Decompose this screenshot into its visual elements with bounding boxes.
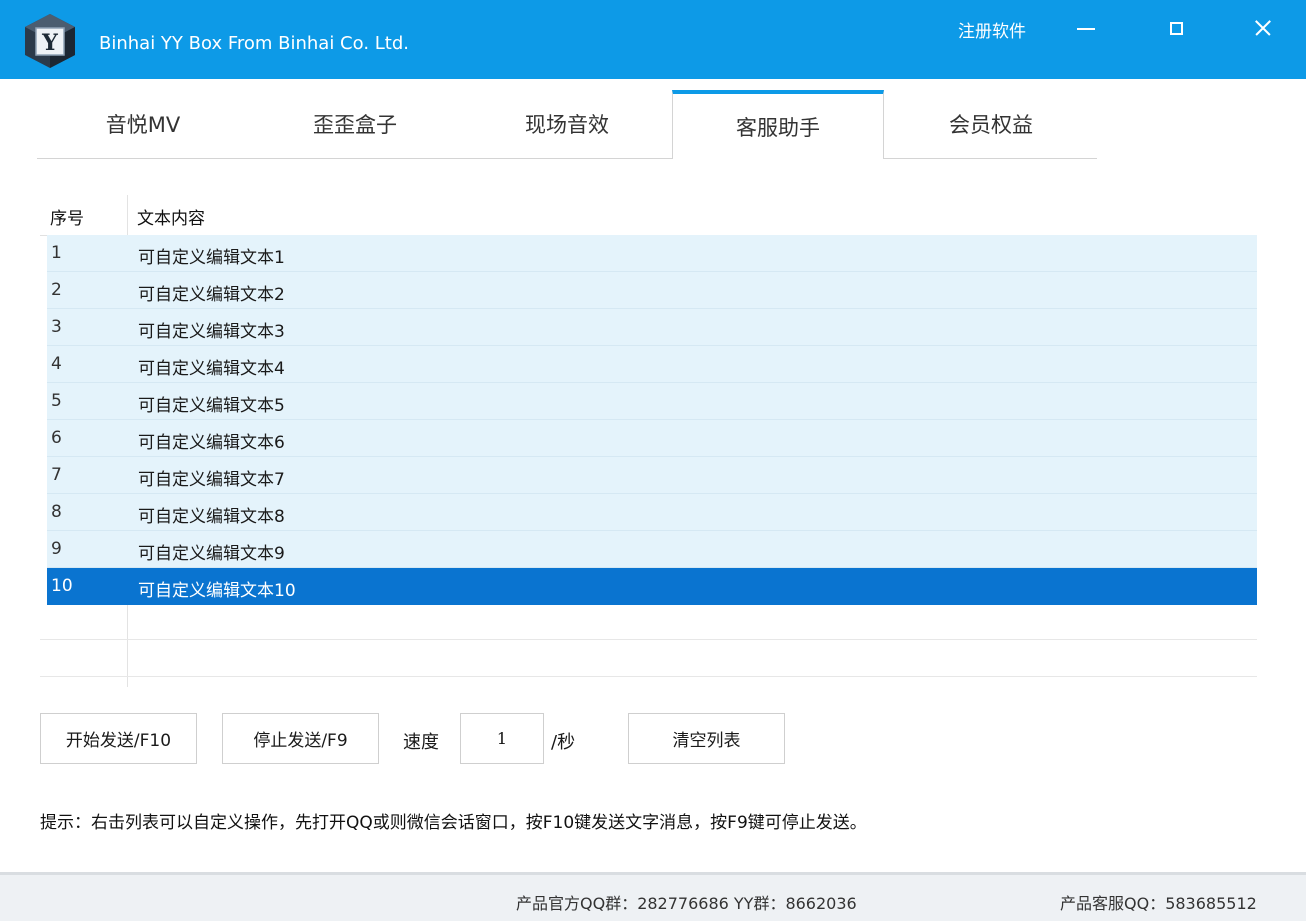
- row-number: 3: [51, 317, 62, 337]
- row-text: 可自定义编辑文本5: [138, 396, 285, 416]
- status-footer: 产品官方QQ群：282776686 YY群：8662036 产品客服QQ：583…: [0, 872, 1306, 921]
- tab-waiwai-box[interactable]: 歪歪盒子: [249, 90, 461, 158]
- close-icon[interactable]: [1245, 10, 1281, 46]
- maximize-icon[interactable]: [1158, 10, 1194, 46]
- window-title: Binhai YY Box From Binhai Co. Ltd.: [99, 33, 409, 54]
- list-header: 序号 文本内容: [40, 195, 1255, 236]
- list-item[interactable]: 7 可自定义编辑文本7: [47, 457, 1257, 494]
- tab-yinyue-mv[interactable]: 音悦MV: [37, 90, 249, 158]
- row-text: 可自定义编辑文本7: [138, 470, 285, 490]
- minimize-icon[interactable]: [1068, 10, 1104, 46]
- row-text: 可自定义编辑文本10: [138, 581, 296, 601]
- hint-text: 提示：右击列表可以自定义操作，先打开QQ或则微信会话窗口，按F10键发送文字消息…: [40, 813, 867, 833]
- row-number: 1: [51, 243, 62, 263]
- stop-send-button[interactable]: 停止发送/F9: [222, 713, 379, 764]
- register-software-link[interactable]: 注册软件: [958, 17, 1026, 42]
- speed-label: 速度: [403, 732, 439, 753]
- tab-member-benefits[interactable]: 会员权益: [885, 90, 1097, 158]
- list-item[interactable]: 8 可自定义编辑文本8: [47, 494, 1257, 531]
- message-list[interactable]: 序号 文本内容 1 可自定义编辑文本1 2 可自定义编辑文本2 3 可自定义编辑…: [40, 195, 1257, 687]
- row-text: 可自定义编辑文本1: [138, 248, 285, 268]
- svg-text:Y: Y: [41, 30, 58, 56]
- tab-live-sound-effects[interactable]: 现场音效: [461, 90, 673, 158]
- row-number: 5: [51, 391, 62, 411]
- row-number: 9: [51, 539, 62, 559]
- tab-bar: 音悦MV 歪歪盒子 现场音效 客服助手 会员权益: [37, 90, 1097, 159]
- row-number: 8: [51, 502, 62, 522]
- empty-row-line: [40, 639, 1257, 640]
- service-qq-info: 产品客服QQ：583685512: [1060, 894, 1257, 913]
- list-item[interactable]: 2 可自定义编辑文本2: [47, 272, 1257, 309]
- row-text: 可自定义编辑文本2: [138, 285, 285, 305]
- row-text: 可自定义编辑文本3: [138, 322, 285, 342]
- list-item-selected[interactable]: 10 可自定义编辑文本10: [47, 568, 1257, 605]
- empty-row-line: [40, 676, 1257, 677]
- list-item[interactable]: 9 可自定义编辑文本9: [47, 531, 1257, 568]
- start-send-button[interactable]: 开始发送/F10: [40, 713, 197, 764]
- list-item[interactable]: 6 可自定义编辑文本6: [47, 420, 1257, 457]
- row-text: 可自定义编辑文本4: [138, 359, 285, 379]
- list-item[interactable]: 5 可自定义编辑文本5: [47, 383, 1257, 420]
- row-number: 10: [51, 576, 73, 596]
- app-logo-icon: Y: [22, 12, 78, 70]
- row-text: 可自定义编辑文本9: [138, 544, 285, 564]
- title-bar: Y Binhai YY Box From Binhai Co. Ltd. 注册软…: [0, 0, 1306, 79]
- row-number: 7: [51, 465, 62, 485]
- clear-list-button[interactable]: 清空列表: [628, 713, 785, 764]
- list-item[interactable]: 4 可自定义编辑文本4: [47, 346, 1257, 383]
- tab-customer-service-assistant[interactable]: 客服助手: [672, 90, 884, 159]
- list-item[interactable]: 1 可自定义编辑文本1: [47, 235, 1257, 272]
- speed-unit-label: /秒: [551, 732, 576, 753]
- row-number: 2: [51, 280, 62, 300]
- row-text: 可自定义编辑文本8: [138, 507, 285, 527]
- column-header-text[interactable]: 文本内容: [137, 204, 205, 229]
- column-header-number[interactable]: 序号: [50, 204, 84, 229]
- qq-group-info: 产品官方QQ群：282776686 YY群：8662036: [516, 894, 857, 913]
- row-number: 6: [51, 428, 62, 448]
- speed-input[interactable]: [460, 713, 544, 764]
- row-number: 4: [51, 354, 62, 374]
- row-text: 可自定义编辑文本6: [138, 433, 285, 453]
- list-item[interactable]: 3 可自定义编辑文本3: [47, 309, 1257, 346]
